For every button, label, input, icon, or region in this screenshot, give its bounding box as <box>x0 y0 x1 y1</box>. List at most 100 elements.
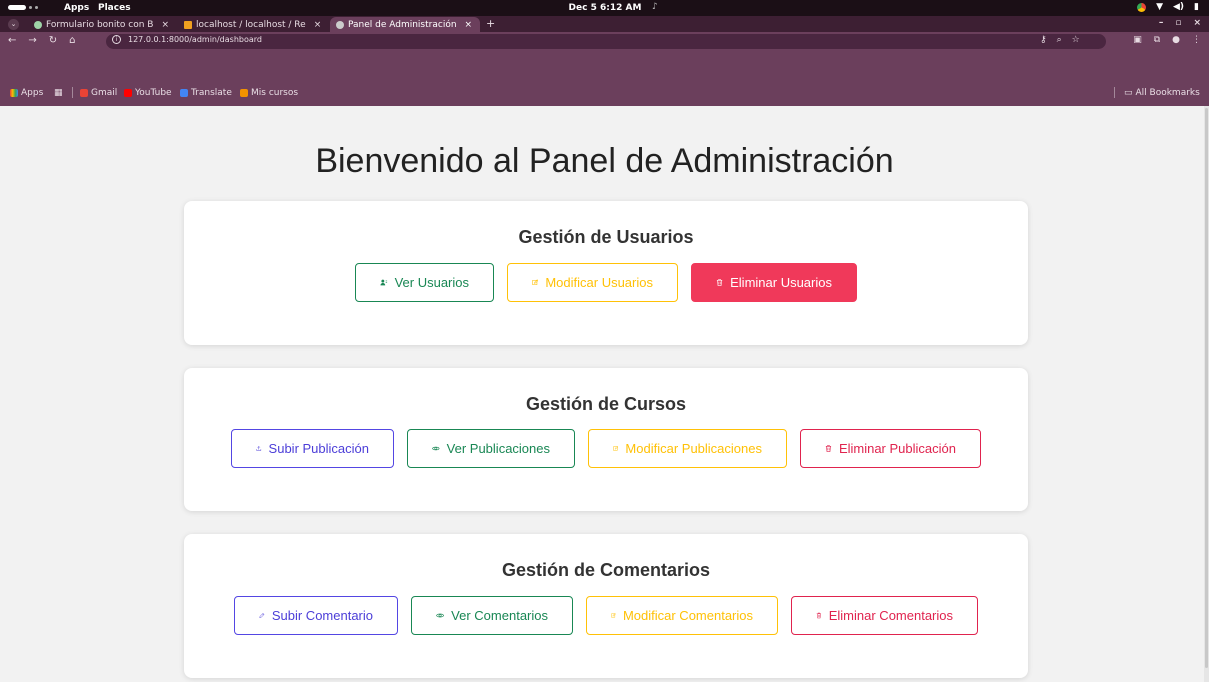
youtube-icon <box>124 89 132 97</box>
password-key-icon[interactable]: ⚷ <box>1040 35 1047 45</box>
nav-buttons: ← → ↻ ⌂ <box>8 35 76 46</box>
volume-icon[interactable]: ◀) <box>1173 2 1184 12</box>
pencil-icon <box>259 612 265 619</box>
tab-favicon-icon <box>184 20 192 29</box>
button-label: Eliminar Publicación <box>838 441 956 456</box>
button-label: Eliminar Comentarios <box>828 608 953 623</box>
tab-formulario[interactable]: Formulario bonito con B × <box>28 17 176 32</box>
apps-grid-icon <box>10 89 18 97</box>
more-menu-icon[interactable]: ⋮ <box>1192 35 1201 45</box>
trash-icon <box>716 279 723 286</box>
button-label: Modificar Usuarios <box>545 275 653 290</box>
tab-title: Formulario bonito con B <box>46 19 154 30</box>
button-row: Subir Publicación Ver Publicaciones Modi… <box>184 429 1028 468</box>
chrome-tray-icon[interactable] <box>1137 2 1147 12</box>
eye-icon <box>432 446 440 451</box>
tab-title: Panel de Administración <box>348 19 457 30</box>
bookmark-gmail[interactable]: Gmail <box>80 88 117 98</box>
button-label: Modificar Comentarios <box>622 608 753 623</box>
subir-comentario-button[interactable]: Subir Comentario <box>234 596 398 635</box>
button-label: Subir Publicación <box>268 441 369 456</box>
omnibox-actions: ⚷ ⌕ ☆ <box>1040 35 1080 45</box>
minimize-icon[interactable]: – <box>1159 18 1164 28</box>
subir-publicacion-button[interactable]: Subir Publicación <box>231 429 394 468</box>
tab-search-icon[interactable]: ⌄ <box>8 19 19 30</box>
browser-toolbar: ← → ↻ ⌂ i 127.0.0.1:8000/admin/dashboard… <box>0 32 1209 51</box>
scrollbar-thumb[interactable] <box>1205 108 1208 668</box>
bookmark-youtube[interactable]: YouTube <box>124 88 172 98</box>
eliminar-comentarios-button[interactable]: Eliminar Comentarios <box>791 596 978 635</box>
activities-indicator[interactable] <box>8 5 38 10</box>
section-heading: Gestión de Comentarios <box>501 560 711 580</box>
tab-groups-icon[interactable]: ▦ <box>54 88 63 98</box>
url-text[interactable]: 127.0.0.1:8000/admin/dashboard <box>128 35 262 44</box>
eliminar-usuarios-button[interactable]: Eliminar Usuarios <box>691 263 857 302</box>
tab-close-icon[interactable]: × <box>314 20 322 30</box>
tab-phpmyadmin[interactable]: localhost / localhost / Re × <box>178 17 328 32</box>
button-label: Ver Usuarios <box>394 275 469 290</box>
page-scrollbar[interactable] <box>1204 106 1209 682</box>
edit-icon <box>611 613 616 618</box>
close-window-icon[interactable]: × <box>1193 18 1201 28</box>
button-label: Ver Comentarios <box>451 608 548 623</box>
back-icon[interactable]: ← <box>8 35 16 46</box>
bookmark-label: Translate <box>191 88 232 98</box>
trash-icon <box>816 612 822 619</box>
battery-icon[interactable]: ▮ <box>1194 2 1199 12</box>
system-tray[interactable]: ▼ ◀) ▮ <box>1137 2 1199 12</box>
tab-title: localhost / localhost / Re <box>196 19 306 30</box>
button-row: Ver Usuarios Modificar Usuarios Eliminar… <box>184 263 1028 302</box>
ver-publicaciones-button[interactable]: Ver Publicaciones <box>407 429 575 468</box>
extensions-puzzle-icon[interactable]: ⧉ <box>1154 35 1160 45</box>
os-places-menu[interactable]: Places <box>98 3 131 13</box>
profile-avatar-icon[interactable]: ● <box>1172 35 1180 45</box>
bookmark-apps[interactable]: Apps <box>10 88 43 98</box>
restore-icon[interactable]: ▫ <box>1175 18 1181 28</box>
all-bookmarks-label: All Bookmarks <box>1135 88 1200 98</box>
home-icon[interactable]: ⌂ <box>69 35 75 46</box>
courses-icon <box>240 89 248 97</box>
button-label: Modificar Publicaciones <box>625 441 762 456</box>
bookmark-separator <box>1114 87 1115 98</box>
trash-icon <box>825 445 832 452</box>
section-heading: Gestión de Cursos <box>525 394 687 414</box>
os-apps-menu[interactable]: Apps <box>64 3 89 13</box>
tab-favicon-icon <box>336 20 344 29</box>
modificar-publicaciones-button[interactable]: Modificar Publicaciones <box>588 429 787 468</box>
notification-icon: ♪ <box>652 2 658 12</box>
eliminar-publicacion-button[interactable]: Eliminar Publicación <box>800 429 981 468</box>
zoom-icon[interactable]: ⌕ <box>1057 35 1062 45</box>
bookmark-label: YouTube <box>135 88 172 98</box>
os-top-bar: Apps Places Dec 5 6:12 AM ♪ ▼ ◀) ▮ <box>0 0 1209 16</box>
folder-icon: ▭ <box>1124 88 1133 98</box>
bookmark-label: Apps <box>21 88 44 98</box>
tab-close-icon[interactable]: × <box>465 20 473 30</box>
ver-comentarios-button[interactable]: Ver Comentarios <box>411 596 573 635</box>
bookmark-label: Mis cursos <box>251 88 299 98</box>
section-heading: Gestión de Usuarios <box>518 227 694 247</box>
edit-icon <box>532 279 539 285</box>
tab-close-icon[interactable]: × <box>161 20 169 30</box>
bookmark-mis-cursos[interactable]: Mis cursos <box>240 88 298 98</box>
reload-icon[interactable]: ↻ <box>49 35 57 46</box>
page-title: Bienvenido al Panel de Administración <box>315 142 894 180</box>
browser-tab-strip: ⌄ Formulario bonito con B × localhost / … <box>0 16 1209 32</box>
modificar-comentarios-button[interactable]: Modificar Comentarios <box>586 596 778 635</box>
translate-extension-icon[interactable]: ▣ <box>1133 35 1142 45</box>
new-tab-icon[interactable]: + <box>486 17 495 30</box>
all-bookmarks[interactable]: ▭ All Bookmarks <box>1124 88 1200 98</box>
eye-icon <box>436 613 445 618</box>
bookmark-translate[interactable]: Translate <box>180 88 232 98</box>
bookmark-separator <box>72 87 73 98</box>
os-clock[interactable]: Dec 5 6:12 AM <box>560 3 650 13</box>
card-gestion-cursos: Gestión de Cursos Subir Publicación Ver … <box>184 368 1028 511</box>
extensions-area: ▣ ⧉ ● ⋮ <box>1133 35 1201 45</box>
modificar-usuarios-button[interactable]: Modificar Usuarios <box>507 263 678 302</box>
site-info-icon[interactable]: i <box>112 35 121 44</box>
forward-icon[interactable]: → <box>28 35 36 46</box>
tab-panel-administracion[interactable]: Panel de Administración × <box>330 17 480 32</box>
ver-usuarios-button[interactable]: Ver Usuarios <box>355 263 494 302</box>
bookmark-star-icon[interactable]: ☆ <box>1072 35 1080 45</box>
wifi-icon[interactable]: ▼ <box>1156 2 1163 12</box>
page-viewport: Bienvenido al Panel de Administración Ge… <box>0 106 1209 682</box>
